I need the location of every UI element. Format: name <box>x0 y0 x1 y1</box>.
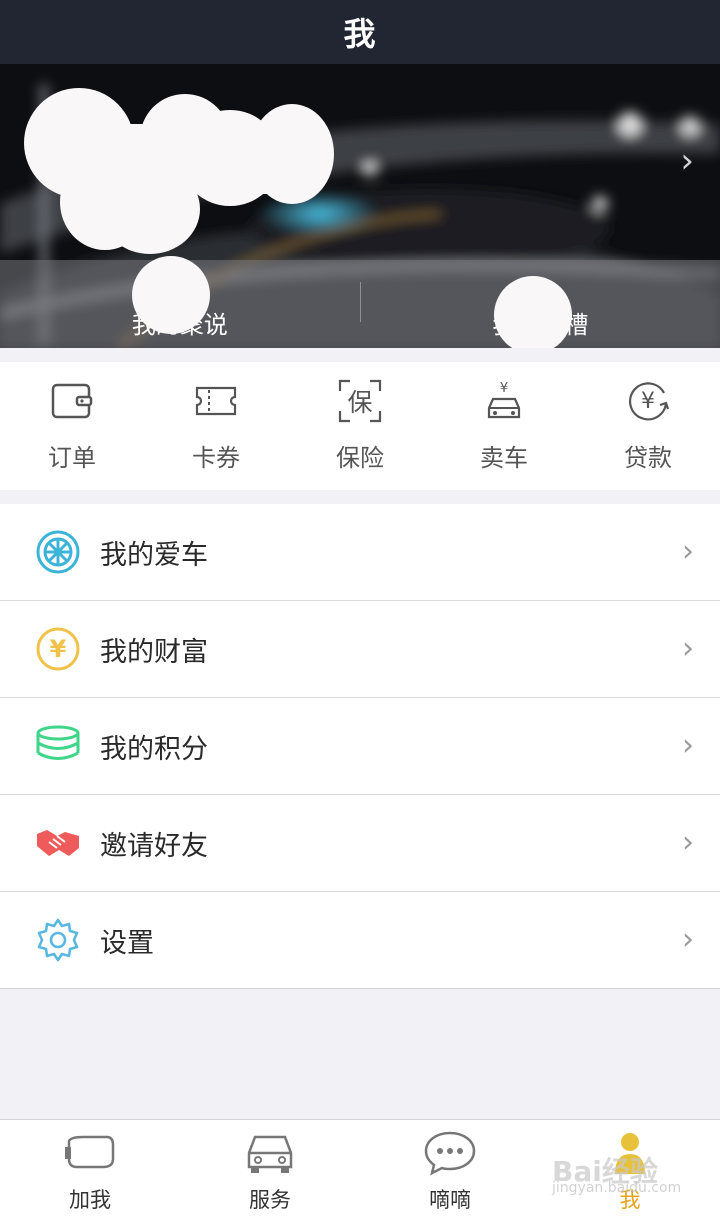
insurance-icon: 保 <box>337 378 383 424</box>
chevron-right-icon: › <box>682 534 694 569</box>
sell-car-icon: ¥ <box>481 378 527 424</box>
handshake-icon <box>34 819 82 867</box>
coin-icon: ¥ <box>34 625 82 673</box>
tab-label: 加我 <box>69 1184 111 1214</box>
chevron-right-icon: › <box>682 825 694 860</box>
yen-glyph: ¥ <box>641 389 655 414</box>
censor-blob <box>40 124 330 194</box>
quick-item-label: 贷款 <box>624 438 672 473</box>
menu-item-label: 我的积分 <box>100 727 208 766</box>
wallet-icon <box>49 378 95 424</box>
tab-services[interactable]: 服务 <box>180 1120 360 1216</box>
tab-label: 嘀嘀 <box>429 1184 471 1214</box>
quick-item-label: 卡券 <box>192 438 240 473</box>
yen-glyph: ¥ <box>500 382 508 395</box>
ticket-icon <box>193 378 239 424</box>
tab-didi[interactable]: 嘀嘀 <box>360 1120 540 1216</box>
watermark-url: jingyan.baidu.com <box>552 1180 681 1196</box>
quick-item-coupons[interactable]: 卡券 <box>144 362 288 490</box>
menu-item-label: 我的财富 <box>100 630 208 669</box>
page-title: 我 <box>343 9 376 55</box>
quick-item-orders[interactable]: 订单 <box>0 362 144 490</box>
censor-blob <box>494 276 572 348</box>
menu-item-my-wealth[interactable]: ¥ 我的财富 › <box>0 601 720 698</box>
quick-actions: 订单 卡券 保 保险 ¥ 卖车 ¥ 贷款 <box>0 362 720 490</box>
gear-icon <box>34 916 82 964</box>
top-nav-bar: 我 <box>0 0 720 64</box>
hero-tabs: 我的聚说 我要吐槽 <box>0 260 720 348</box>
loan-icon: ¥ <box>625 378 671 424</box>
profile-hero[interactable]: › 我的聚说 我要吐槽 <box>0 64 720 348</box>
menu-item-settings[interactable]: 设置 › <box>0 892 720 989</box>
chevron-right-icon: › <box>682 631 694 666</box>
tab-label: 服务 <box>249 1184 291 1214</box>
menu-item-my-points[interactable]: 我的积分 › <box>0 698 720 795</box>
quick-item-label: 订单 <box>48 438 96 473</box>
quick-item-label: 卖车 <box>480 438 528 473</box>
menu-item-my-car[interactable]: 我的爱车 › <box>0 504 720 601</box>
menu-item-label: 我的爱车 <box>100 533 208 572</box>
quick-item-insurance[interactable]: 保 保险 <box>288 362 432 490</box>
quick-item-sell-car[interactable]: ¥ 卖车 <box>432 362 576 490</box>
car-icon <box>240 1128 300 1178</box>
quick-item-label: 保险 <box>336 438 384 473</box>
chevron-right-icon: › <box>680 144 694 178</box>
menu-item-label: 邀请好友 <box>100 824 208 863</box>
mirror-icon <box>60 1128 120 1178</box>
insurance-glyph: 保 <box>347 383 372 419</box>
censor-blob <box>132 256 210 334</box>
chevron-right-icon: › <box>682 922 694 957</box>
chat-icon <box>420 1128 480 1178</box>
points-stack-icon <box>34 722 82 770</box>
menu-item-label: 设置 <box>100 921 154 960</box>
chevron-right-icon: › <box>682 728 694 763</box>
settings-menu: 我的爱车 › ¥ 我的财富 › 我的积分 › 邀请好友 › 设置 › <box>0 504 720 989</box>
wheel-icon <box>34 528 82 576</box>
yen-glyph: ¥ <box>50 635 67 663</box>
tab-add-me[interactable]: 加我 <box>0 1120 180 1216</box>
quick-item-loan[interactable]: ¥ 贷款 <box>576 362 720 490</box>
menu-item-invite-friends[interactable]: 邀请好友 › <box>0 795 720 892</box>
